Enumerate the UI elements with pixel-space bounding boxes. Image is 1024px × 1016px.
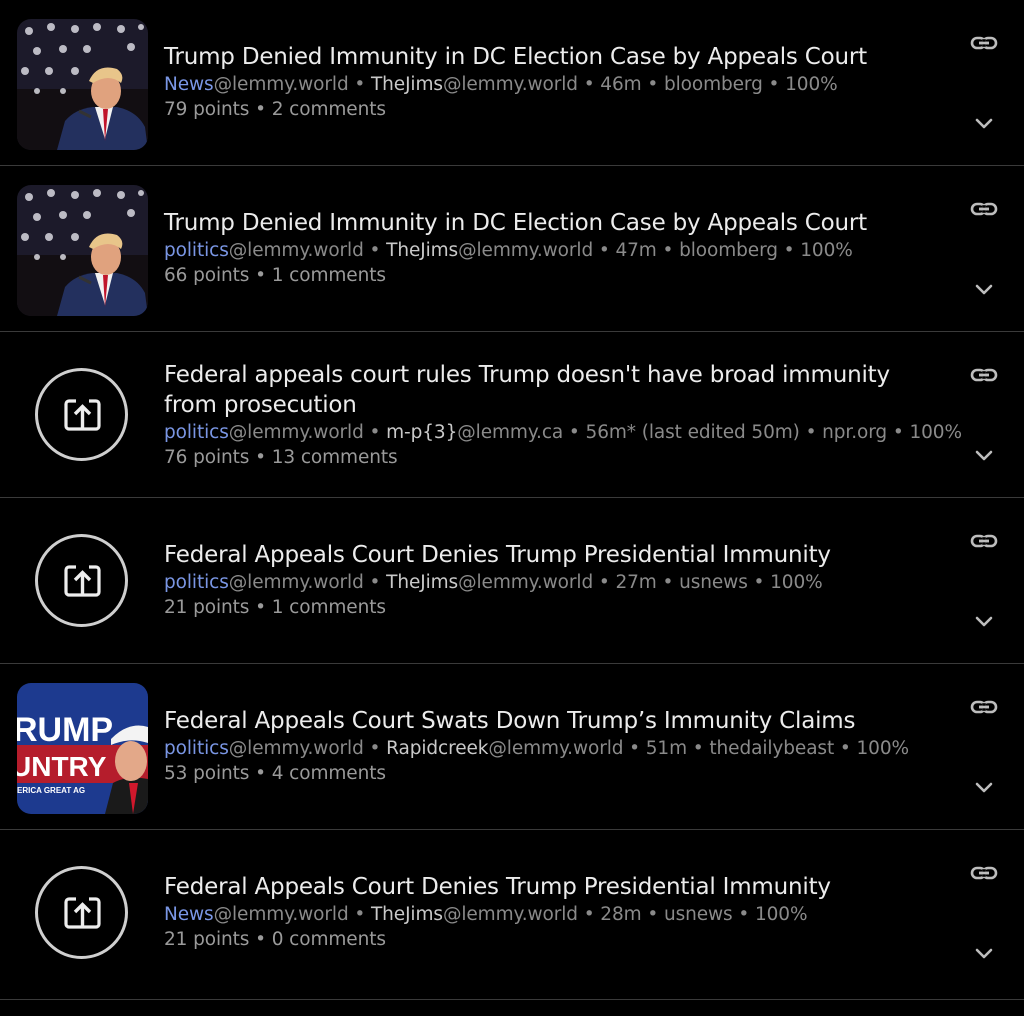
post-card[interactable]: Federal appeals court rules Trump doesn'… [0, 332, 1024, 498]
post-title[interactable]: Trump Denied Immunity in DC Election Cas… [164, 42, 936, 72]
post-details: • 28m • usnews • 100% [577, 904, 808, 925]
post-content: Federal appeals court rules Trump doesn'… [164, 360, 962, 470]
post-stats: 79 points • 2 comments [164, 99, 386, 120]
meta-separator: • [363, 422, 387, 443]
creator-instance[interactable]: @lemmy.ca [457, 422, 563, 443]
post-stats: 66 points • 1 comments [164, 265, 386, 286]
post-meta: politics@lemmy.world • m-p{3}@lemmy.ca •… [164, 420, 962, 445]
post-details: • 51m • thedailybeast • 100% [623, 738, 909, 759]
community-name[interactable]: politics [164, 572, 229, 593]
post-title[interactable]: Federal Appeals Court Denies Trump Presi… [164, 872, 936, 902]
creator-name[interactable]: TheJims [371, 74, 443, 95]
community-instance[interactable]: @lemmy.world [229, 240, 364, 261]
post-content: Federal Appeals Court Denies Trump Presi… [164, 540, 936, 620]
chevron-down-icon[interactable] [974, 448, 994, 464]
creator-instance[interactable]: @lemmy.world [458, 240, 593, 261]
creator-name[interactable]: TheJims [386, 572, 458, 593]
creator-instance[interactable]: @lemmy.world [458, 572, 593, 593]
community-instance[interactable]: @lemmy.world [214, 904, 349, 925]
post-card[interactable]: RUMP UNTRY ERICA GREAT AG Federal Appeal… [0, 664, 1024, 830]
community-instance[interactable]: @lemmy.world [214, 74, 349, 95]
creator-name[interactable]: TheJims [386, 240, 458, 261]
post-stats: 21 points • 1 comments [164, 597, 386, 618]
open-link-icon[interactable] [35, 534, 128, 627]
post-details: • 56m* (last edited 50m) • npr.org • 100… [563, 422, 962, 443]
meta-separator: • [363, 572, 387, 593]
creator-name[interactable]: TheJims [371, 904, 443, 925]
post-thumbnail-image[interactable]: RUMP UNTRY ERICA GREAT AG [17, 683, 148, 814]
sign-text-line-3: ERICA GREAT AG [17, 786, 85, 795]
post-title[interactable]: Trump Denied Immunity in DC Election Cas… [164, 208, 936, 238]
trump-photo-thumbnail [17, 185, 148, 316]
open-link-icon[interactable] [35, 866, 128, 959]
post-meta: News@lemmy.world • TheJims@lemmy.world •… [164, 902, 936, 927]
meta-separator: • [348, 904, 371, 925]
post-details: • 46m • bloomberg • 100% [577, 74, 838, 95]
meta-separator: • [348, 74, 371, 95]
post-meta: News@lemmy.world • TheJims@lemmy.world •… [164, 72, 936, 97]
creator-instance[interactable]: @lemmy.world [488, 738, 623, 759]
community-name[interactable]: politics [164, 422, 229, 443]
post-content: Federal Appeals Court Denies Trump Presi… [164, 872, 936, 952]
post-title[interactable]: Federal Appeals Court Swats Down Trump’s… [164, 706, 936, 736]
post-card[interactable]: Federal Appeals Court Denies Trump Presi… [0, 830, 1024, 1000]
meta-separator: • [363, 240, 387, 261]
post-title[interactable]: Federal appeals court rules Trump doesn'… [164, 360, 936, 420]
post-stats: 76 points • 13 comments [164, 447, 398, 468]
post-meta: politics@lemmy.world • TheJims@lemmy.wor… [164, 570, 936, 595]
creator-name[interactable]: m-p{3} [386, 422, 457, 443]
chevron-down-icon[interactable] [974, 946, 994, 962]
link-icon[interactable] [970, 528, 998, 554]
post-stats: 21 points • 0 comments [164, 929, 386, 950]
community-instance[interactable]: @lemmy.world [229, 422, 364, 443]
post-title[interactable]: Federal Appeals Court Denies Trump Presi… [164, 540, 936, 570]
link-icon[interactable] [970, 860, 998, 886]
meta-separator: • [363, 738, 387, 759]
community-instance[interactable]: @lemmy.world [229, 738, 364, 759]
creator-instance[interactable]: @lemmy.world [443, 74, 578, 95]
creator-name[interactable]: Rapidcreek [386, 738, 488, 759]
post-card[interactable]: Trump Denied Immunity in DC Election Cas… [0, 166, 1024, 332]
post-content: Federal Appeals Court Swats Down Trump’s… [164, 706, 936, 786]
open-link-icon[interactable] [35, 368, 128, 461]
post-meta: politics@lemmy.world • Rapidcreek@lemmy.… [164, 736, 936, 761]
creator-instance[interactable]: @lemmy.world [443, 904, 578, 925]
post-card[interactable]: Trump Denied Immunity in DC Election Cas… [0, 0, 1024, 166]
chevron-down-icon[interactable] [974, 116, 994, 132]
post-details: • 27m • usnews • 100% [593, 572, 823, 593]
community-name[interactable]: politics [164, 738, 229, 759]
post-content: Trump Denied Immunity in DC Election Cas… [164, 208, 936, 288]
trump-country-sign-thumbnail: RUMP UNTRY ERICA GREAT AG [17, 683, 148, 814]
sign-text-line-1: RUMP [17, 711, 113, 749]
chevron-down-icon[interactable] [974, 282, 994, 298]
post-content: Trump Denied Immunity in DC Election Cas… [164, 42, 936, 122]
post-feed: Trump Denied Immunity in DC Election Cas… [0, 0, 1024, 1016]
community-instance[interactable]: @lemmy.world [229, 572, 364, 593]
chevron-down-icon[interactable] [974, 614, 994, 630]
post-card[interactable]: Federal Appeals Court Denies Trump Presi… [0, 498, 1024, 664]
sign-text-line-2: UNTRY [17, 751, 107, 782]
community-name[interactable]: News [164, 74, 214, 95]
post-stats: 53 points • 4 comments [164, 763, 386, 784]
post-details: • 47m • bloomberg • 100% [593, 240, 853, 261]
chevron-down-icon[interactable] [974, 780, 994, 796]
link-icon[interactable] [970, 694, 998, 720]
community-name[interactable]: News [164, 904, 214, 925]
post-meta: politics@lemmy.world • TheJims@lemmy.wor… [164, 238, 936, 263]
trump-photo-thumbnail [17, 19, 148, 150]
link-icon[interactable] [970, 362, 998, 388]
post-thumbnail-image[interactable] [17, 19, 148, 150]
community-name[interactable]: politics [164, 240, 229, 261]
link-icon[interactable] [970, 30, 998, 56]
post-thumbnail-image[interactable] [17, 185, 148, 316]
link-icon[interactable] [970, 196, 998, 222]
